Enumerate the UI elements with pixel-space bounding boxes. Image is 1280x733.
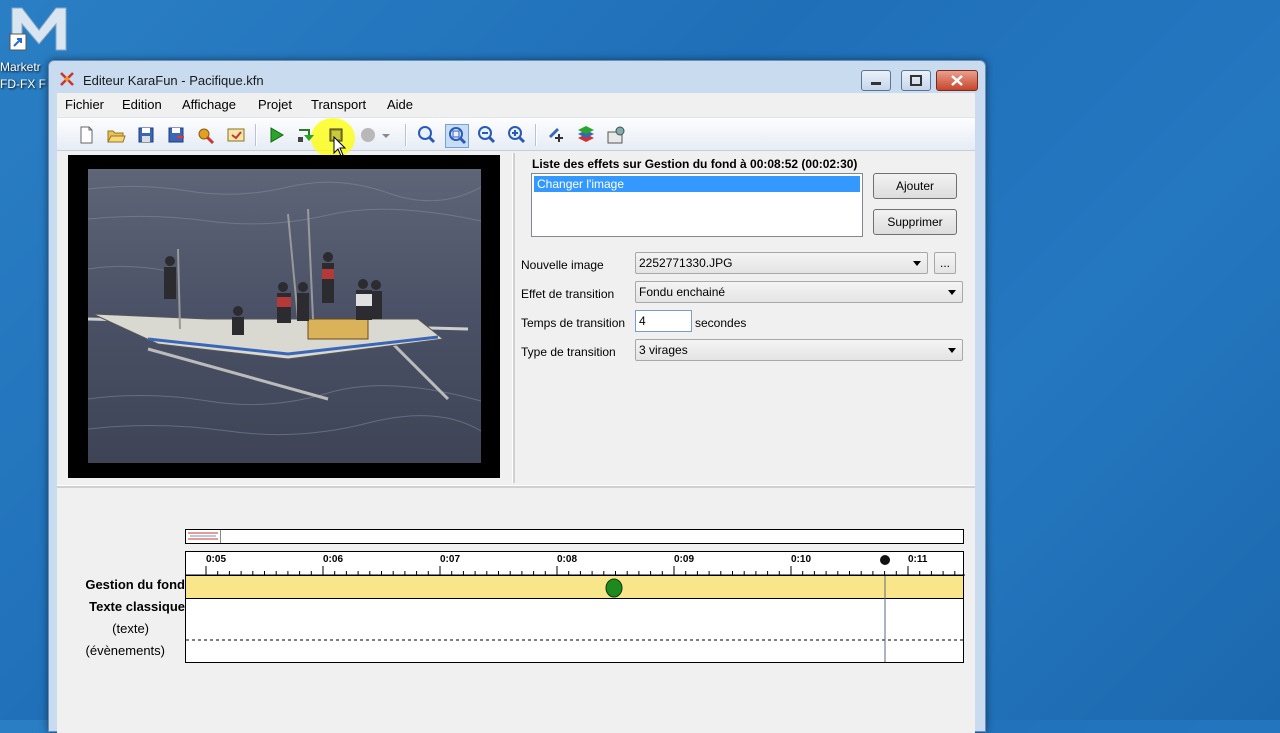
settings-icon[interactable] [605,124,627,146]
track-sub-label-text: (texte) [112,621,149,636]
desktop-app-icon[interactable] [8,2,70,54]
record-icon[interactable] [357,124,379,146]
effects-icon[interactable] [545,124,567,146]
menu-transport[interactable]: Transport [311,97,366,112]
toolbar-separator [405,124,407,146]
horizontal-splitter[interactable] [57,485,975,488]
browse-button[interactable]: ... [934,252,956,274]
new-file-icon[interactable] [75,124,97,146]
tick-label: 0:11 [908,554,928,565]
timeline-tracks[interactable] [185,575,964,663]
transition-type-value: 3 virages [639,343,688,357]
transition-effect-value: Fondu enchainé [639,285,726,299]
tick-label: 0:05 [206,554,227,565]
track-sub-label-events: (évènements) [85,643,165,658]
karafun-app-icon [59,71,75,87]
timeline-scroll-thumb[interactable] [186,530,221,543]
playhead-marker[interactable] [879,553,891,570]
vertical-splitter[interactable] [512,153,515,483]
transition-effect-select[interactable]: Fondu enchainé [635,281,963,303]
track-label-text: Texte classique [89,599,185,614]
video-preview [68,155,500,478]
list-item[interactable]: Changer l'image [534,176,860,192]
play-loop-icon[interactable] [295,124,317,146]
new-image-value: 2252771330.JPG [639,256,733,270]
menu-affichage[interactable]: Affichage [182,97,236,112]
toolbar [57,117,975,158]
save-as-icon[interactable] [165,124,187,146]
zoom-reset-icon[interactable] [505,124,527,146]
menu-projet[interactable]: Projet [258,97,292,112]
toolbar-separator [535,124,537,146]
open-folder-icon[interactable] [105,124,127,146]
track-label-background: Gestion du fond [85,577,185,592]
desktop-icon-label: Marketr [0,60,41,74]
transition-time-label: Temps de transition [521,316,626,330]
transition-type-select[interactable]: 3 virages [635,339,963,361]
zoom-in-icon[interactable] [415,124,437,146]
tick-label: 0:09 [674,554,695,565]
transition-effect-label: Effet de transition [521,287,615,301]
seconds-label: secondes [695,316,747,330]
timeline-panel: 0:05 0:06 0:07 0:08 0:09 0:10 0:11 Gesti… [57,489,975,733]
effects-list-header: Liste des effets sur Gestion du fond à 0… [532,157,858,171]
layers-icon[interactable] [575,124,597,146]
background-image-preview [88,169,481,463]
timeline-ruler[interactable]: 0:05 0:06 0:07 0:08 0:09 0:10 0:11 [185,551,965,576]
effect-marker[interactable] [605,578,623,601]
menu-fichier[interactable]: Fichier [65,97,104,112]
tick-label: 0:06 [323,554,344,565]
title-bar[interactable]: Editeur KaraFun - Pacifique.kfn [49,61,985,93]
timeline-scrollbar[interactable] [185,529,964,544]
transition-type-label: Type de transition [521,345,616,359]
tick-label: 0:08 [557,554,578,565]
chevron-down-icon [913,261,921,266]
maximize-button[interactable] [901,70,931,91]
new-image-label: Nouvelle image [521,258,604,272]
tick-label: 0:07 [440,554,461,565]
effects-list[interactable]: Changer l'image [531,173,863,237]
transition-time-input[interactable]: 4 [635,310,692,332]
minimize-button[interactable] [861,70,891,91]
record-dropdown-icon[interactable] [379,124,393,146]
add-button[interactable]: Ajouter [873,173,957,199]
toolbar-separator [255,124,257,146]
chevron-down-icon [948,290,956,295]
close-button[interactable] [936,70,978,91]
zoom-fit-icon[interactable] [445,124,469,148]
chevron-down-icon [948,348,956,353]
tick-label: 0:10 [791,554,812,565]
menu-bar: Fichier Edition Affichage Projet Transpo… [57,93,975,115]
karafun-editor-window: Editeur KaraFun - Pacifique.kfn Fichier … [48,60,986,733]
desktop-icon-label-2: FD-FX F [0,77,46,91]
export-icon[interactable] [225,124,247,146]
menu-edition[interactable]: Edition [122,97,162,112]
save-icon[interactable] [135,124,157,146]
play-icon[interactable] [265,124,287,146]
client-area: Fichier Edition Affichage Projet Transpo… [57,93,975,733]
new-image-select[interactable]: 2252771330.JPG [635,252,928,274]
menu-aide[interactable]: Aide [387,97,413,112]
properties-icon[interactable] [195,124,217,146]
zoom-out-icon[interactable] [475,124,497,146]
remove-button[interactable]: Supprimer [873,209,957,235]
window-title: Editeur KaraFun - Pacifique.kfn [83,73,264,88]
